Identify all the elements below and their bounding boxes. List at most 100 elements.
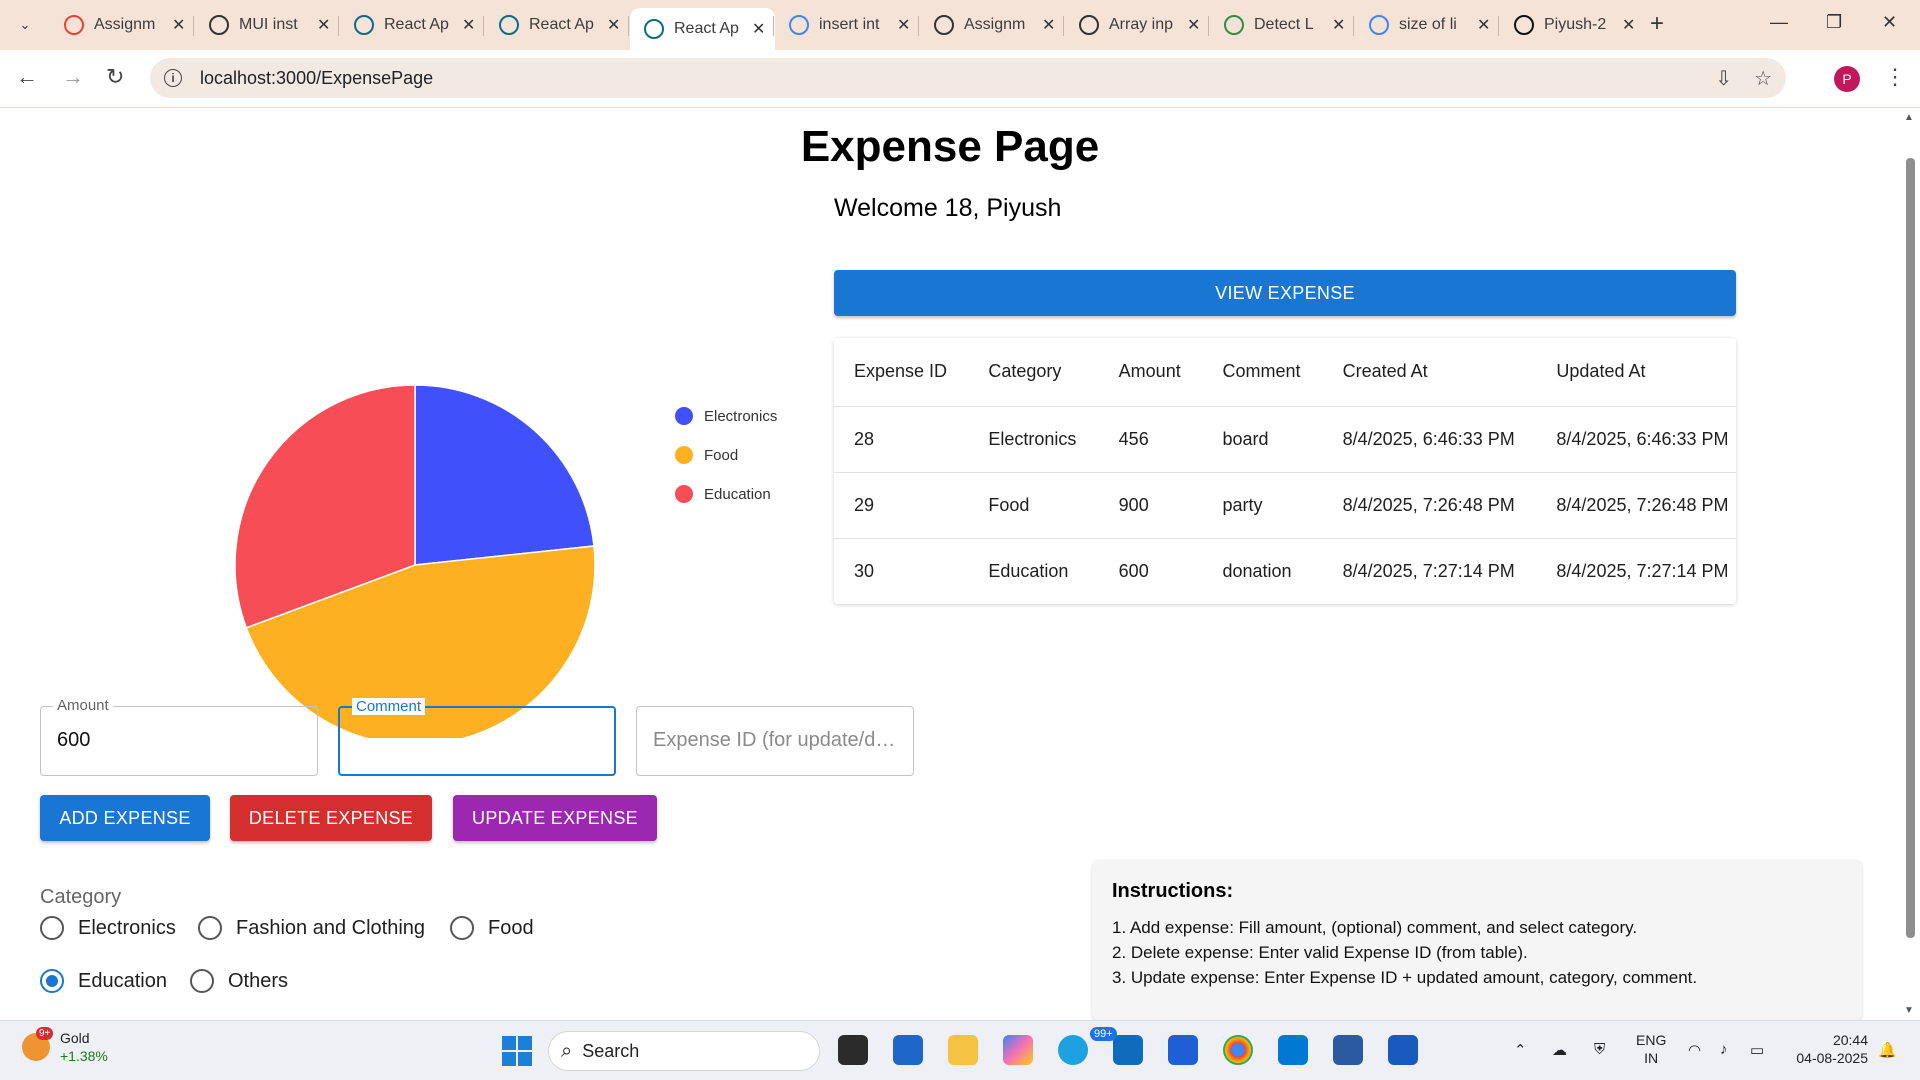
new-tab-button[interactable]: +	[1650, 10, 1664, 38]
tab-label: React Ap	[384, 16, 449, 33]
comment-field[interactable]: Comment	[338, 698, 616, 776]
word-app-icon[interactable]	[1168, 1035, 1198, 1065]
close-tab-icon[interactable]: ✕	[317, 15, 330, 35]
mail-icon[interactable]	[1113, 1035, 1143, 1065]
file-explorer-icon[interactable]	[948, 1035, 978, 1065]
radio-circle-icon[interactable]	[450, 916, 474, 940]
profile-avatar[interactable]: P	[1834, 66, 1860, 92]
onedrive-icon[interactable]: ☁	[1552, 1041, 1567, 1059]
pie-slice-electronics[interactable]	[414, 384, 595, 566]
system-clock[interactable]: 20:44 04-08-2025	[1788, 1031, 1868, 1067]
tab-bar: ⌄ Assignm ✕ MUI inst ✕ React Ap ✕ React Ap ✕ Rea…	[0, 0, 1920, 50]
close-tab-icon[interactable]: ✕	[1187, 15, 1200, 35]
legend-item[interactable]: Education	[675, 485, 771, 503]
browser-tab[interactable]: MUI inst ✕	[195, 8, 340, 42]
radio-label: Fashion and Clothing	[236, 916, 426, 939]
view-expense-button[interactable]: VIEW EXPENSE	[834, 270, 1736, 316]
taskbar-search[interactable]: ⌕ Search	[548, 1031, 820, 1071]
page-scrollbar[interactable]: ▲ ▼	[1900, 108, 1920, 1020]
radio-circle-icon[interactable]	[40, 969, 64, 993]
amount-field[interactable]: Amount 600	[40, 697, 318, 776]
browser-tab[interactable]: React Ap ✕	[485, 8, 630, 42]
category-radio[interactable]: Fashion and Clothing	[198, 916, 425, 940]
category-radio[interactable]: Education	[40, 969, 167, 993]
close-tab-icon[interactable]: ✕	[752, 19, 765, 39]
chrome-icon[interactable]	[1223, 1035, 1253, 1065]
table-cell: 29	[834, 472, 969, 539]
tab-separator	[628, 16, 629, 36]
start-icon[interactable]	[502, 1036, 532, 1066]
browser-tab[interactable]: React Ap ✕	[630, 8, 776, 50]
browser-tab[interactable]: Assignm ✕	[920, 8, 1065, 42]
site-info-icon[interactable]: i	[164, 69, 182, 87]
gmail-icon	[64, 15, 84, 35]
language-indicator[interactable]: ENG IN	[1636, 1031, 1666, 1067]
word-icon[interactable]	[1388, 1035, 1418, 1065]
legend-item[interactable]: Food	[675, 446, 738, 464]
tab-search-chevron-icon[interactable]: ⌄	[12, 12, 38, 38]
close-tab-icon[interactable]: ✕	[462, 15, 475, 35]
update-expense-button[interactable]: UPDATE EXPENSE	[453, 795, 657, 841]
defender-icon[interactable]: ⛨	[1594, 1041, 1605, 1058]
category-radio[interactable]: Food	[450, 916, 534, 940]
browser-tab[interactable]: Array inp ✕	[1065, 8, 1210, 42]
edge-icon[interactable]	[1058, 1035, 1088, 1065]
close-tab-icon[interactable]: ✕	[1477, 15, 1490, 35]
browser-tab[interactable]: Detect L ✕	[1210, 8, 1355, 42]
legend-label: Education	[704, 485, 771, 503]
table-cell: 8/4/2025, 7:26:48 PM	[1536, 472, 1736, 539]
close-tab-icon[interactable]: ✕	[897, 15, 910, 35]
clock-time: 20:44	[1832, 1032, 1868, 1048]
install-app-icon[interactable]: ⇩	[1715, 66, 1732, 91]
show-hidden-icons-icon[interactable]: ⌃	[1514, 1041, 1527, 1059]
wifi-icon[interactable]: ◠	[1688, 1041, 1701, 1059]
close-tab-icon[interactable]: ✕	[1332, 15, 1345, 35]
forward-icon[interactable]: →	[62, 64, 84, 90]
radio-circle-icon[interactable]	[190, 969, 214, 993]
widgets-button[interactable]: 9+ Gold +1.38%	[22, 1027, 108, 1065]
tab-label: React Ap	[674, 20, 739, 37]
legend-item[interactable]: Electronics	[675, 407, 777, 425]
notifications-icon[interactable]: 🔔	[1878, 1041, 1897, 1059]
instruction-item: 3. Update expense: Enter Expense ID + up…	[1112, 968, 1698, 987]
reload-icon[interactable]: ↻	[106, 64, 124, 90]
bookmark-star-icon[interactable]: ☆	[1754, 66, 1772, 91]
add-expense-button[interactable]: ADD EXPENSE	[40, 795, 210, 841]
welcome-text: Welcome 18, Piyush	[834, 194, 1062, 222]
radio-circle-icon[interactable]	[40, 916, 64, 940]
close-tab-icon[interactable]: ✕	[1622, 15, 1635, 35]
copilot-icon[interactable]	[1003, 1035, 1033, 1065]
delete-expense-button[interactable]: DELETE EXPENSE	[230, 795, 432, 841]
volume-icon[interactable]: ♪	[1720, 1041, 1728, 1058]
expense-id-field[interactable]: Expense ID (for update/delete)	[636, 706, 914, 776]
store-icon[interactable]	[893, 1035, 923, 1065]
close-tab-icon[interactable]: ✕	[172, 15, 185, 35]
close-tab-icon[interactable]: ✕	[607, 15, 620, 35]
battery-icon[interactable]: ▭	[1750, 1041, 1764, 1059]
category-radio[interactable]: Others	[190, 969, 288, 993]
sql-tool-icon[interactable]	[1333, 1035, 1363, 1065]
vscode-icon[interactable]	[1278, 1035, 1308, 1065]
browser-tab[interactable]: Piyush-2 ✕	[1500, 8, 1645, 42]
table-cell: donation	[1222, 560, 1292, 581]
browser-menu-icon[interactable]: ⋮	[1884, 64, 1906, 90]
browser-tab[interactable]: Assignm ✕	[50, 8, 195, 42]
back-icon[interactable]: ←	[16, 64, 38, 90]
browser-tab[interactable]: insert int ✕	[775, 8, 920, 42]
task-view-icon[interactable]	[838, 1035, 868, 1065]
comment-label: Comment	[352, 698, 426, 715]
expense-id-input[interactable]: Expense ID (for update/delete)	[653, 729, 903, 752]
scroll-thumb[interactable]	[1906, 158, 1915, 938]
close-tab-icon[interactable]: ✕	[1042, 15, 1055, 35]
browser-tab[interactable]: React Ap ✕	[340, 8, 485, 42]
radio-circle-icon[interactable]	[198, 916, 222, 940]
minimize-icon[interactable]: —	[1770, 12, 1788, 33]
category-radio[interactable]: Electronics	[40, 916, 176, 940]
browser-tab[interactable]: size of li ✕	[1355, 8, 1500, 42]
restore-icon[interactable]: ❐	[1826, 12, 1842, 33]
scroll-up-icon[interactable]: ▲	[1904, 112, 1914, 123]
scroll-down-icon[interactable]: ▼	[1904, 1005, 1914, 1016]
address-bar[interactable]: i localhost:3000/ExpensePage ⇩ ☆	[150, 58, 1786, 98]
close-window-icon[interactable]: ✕	[1882, 12, 1897, 33]
amount-input[interactable]: 600	[57, 729, 90, 752]
